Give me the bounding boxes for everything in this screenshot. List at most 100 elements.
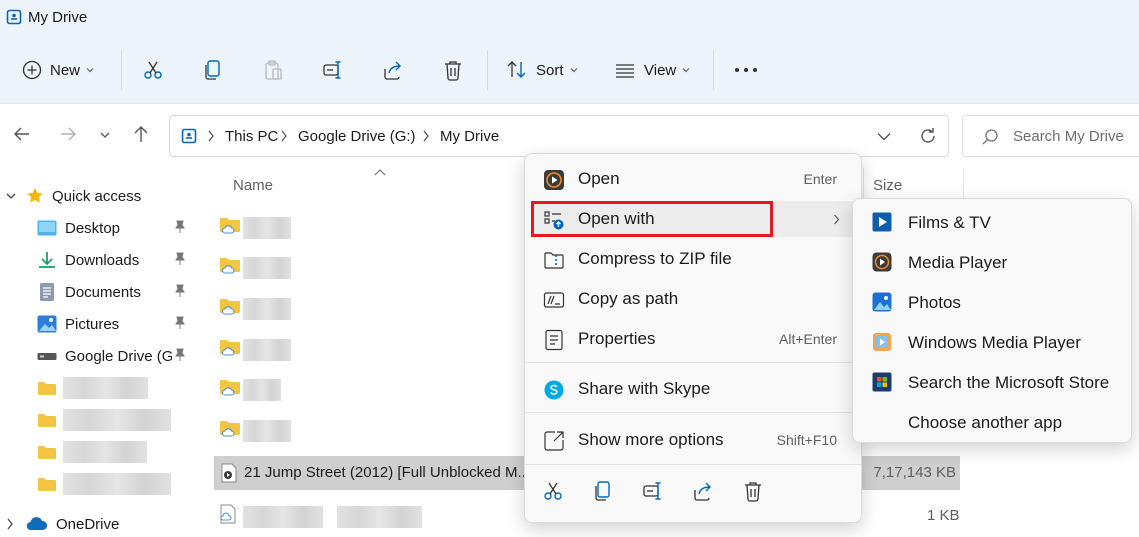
pin-icon[interactable] — [174, 348, 186, 362]
paste-button[interactable] — [262, 36, 284, 104]
breadcrumb-my-drive[interactable]: My Drive — [440, 128, 499, 145]
sidebar-item-downloads[interactable]: Downloads — [37, 245, 139, 275]
file-row[interactable] — [215, 288, 525, 330]
column-header-name[interactable]: Name — [233, 177, 273, 194]
more-options-button[interactable] — [734, 36, 758, 104]
cloud-folder-icon — [219, 296, 241, 316]
share-icon — [382, 59, 404, 81]
sort-button[interactable]: Sort — [506, 36, 578, 104]
refresh-icon[interactable] — [918, 126, 938, 146]
file-row[interactable] — [215, 410, 525, 452]
chevron-right-icon — [833, 214, 840, 225]
selected-file-name: 21 Jump Street (2012) [Full Unblocked M.… — [244, 464, 530, 481]
pin-icon[interactable] — [174, 284, 186, 298]
menu-item-show-more-options[interactable]: Show more options Shift+F10 — [531, 422, 857, 458]
trash-icon — [442, 59, 464, 81]
recent-chevron-icon[interactable] — [100, 131, 110, 139]
blurred-name — [337, 506, 422, 528]
new-label: New — [50, 61, 81, 79]
file-row[interactable] — [215, 496, 525, 537]
last-file-size: 1 KB — [927, 507, 960, 524]
pin-icon[interactable] — [174, 316, 186, 330]
submenu-item-media-player[interactable]: Media Player — [859, 244, 1125, 280]
cloud-folder-icon — [219, 337, 241, 357]
trash-icon[interactable] — [742, 480, 764, 502]
forward-arrow-icon[interactable] — [58, 124, 78, 144]
menu-item-open[interactable]: Open Enter — [531, 161, 857, 197]
sidebar-item-pictures[interactable]: Pictures — [37, 309, 119, 339]
pin-icon[interactable] — [174, 220, 186, 234]
address-bar[interactable]: This PC Google Drive (G:) My Drive — [169, 115, 949, 157]
submenu-item-label: Choose another app — [908, 413, 1063, 432]
sidebar-item-label: Desktop — [65, 219, 121, 237]
breadcrumb-google-drive[interactable]: Google Drive (G:) — [298, 128, 416, 145]
sidebar-item-label: Pictures — [65, 315, 120, 333]
sidebar-item-documents[interactable]: Documents — [37, 277, 141, 307]
star-icon — [26, 187, 44, 205]
column-header-size[interactable]: Size — [873, 177, 902, 194]
quick-access-label: Quick access — [52, 187, 142, 205]
cut-button[interactable] — [142, 36, 164, 104]
submenu-item-films-tv[interactable]: Films & TV — [859, 204, 1125, 240]
submenu-item-label: Media Player — [908, 253, 1008, 272]
scissors-icon[interactable] — [542, 480, 564, 502]
file-row[interactable] — [215, 247, 525, 289]
menu-separator — [525, 362, 861, 363]
plus-circle-icon — [22, 60, 42, 80]
sidebar-folder-blurred[interactable] — [37, 405, 171, 435]
address-dropdown-icon[interactable] — [877, 132, 891, 141]
delete-button[interactable] — [442, 36, 464, 104]
search-box[interactable]: Search My Drive — [962, 115, 1139, 157]
copy-icon[interactable] — [592, 480, 614, 502]
file-row[interactable] — [215, 369, 525, 411]
blurred-name — [243, 298, 291, 320]
folder-icon — [37, 412, 57, 428]
menu-item-label: Compress to ZIP file — [578, 249, 732, 268]
menu-item-properties[interactable]: Properties Alt+Enter — [531, 321, 857, 357]
menu-item-label: Share with Skype — [578, 379, 711, 398]
sidebar-folder-blurred[interactable] — [37, 373, 148, 403]
zip-folder-icon — [543, 249, 565, 271]
menu-item-compress-zip[interactable]: Compress to ZIP file — [531, 241, 857, 277]
menu-item-label: Open with — [578, 209, 655, 228]
rename-button[interactable] — [322, 36, 344, 104]
submenu-item-photos[interactable]: Photos — [859, 284, 1125, 320]
open-with-icon — [543, 209, 565, 231]
search-icon — [981, 128, 999, 146]
file-row[interactable] — [215, 329, 525, 371]
chevron-right-icon — [6, 518, 14, 530]
menu-item-share-skype[interactable]: Share with Skype — [531, 371, 857, 407]
submenu-item-windows-media-player[interactable]: Windows Media Player — [859, 324, 1125, 360]
menu-item-copy-as-path[interactable]: Copy as path — [531, 281, 857, 317]
sidebar-onedrive[interactable]: OneDrive — [6, 509, 119, 537]
submenu-item-choose-another-app[interactable]: Choose another app — [859, 404, 1125, 440]
breadcrumb-this-pc[interactable]: This PC — [225, 128, 278, 145]
copy-path-icon — [543, 289, 565, 311]
sidebar-quick-access[interactable]: Quick access — [6, 181, 141, 211]
cloud-icon — [26, 517, 48, 531]
window-title: My Drive — [28, 9, 88, 26]
chevron-down-icon — [570, 67, 578, 73]
rename-icon[interactable] — [642, 480, 664, 502]
menu-item-open-with[interactable]: Open with — [531, 201, 857, 237]
sidebar-folder-blurred[interactable] — [37, 469, 171, 499]
view-button[interactable]: View — [614, 36, 690, 104]
submenu-item-label: Windows Media Player — [908, 333, 1081, 352]
sidebar-item-desktop[interactable]: Desktop — [37, 213, 120, 243]
copy-icon — [202, 59, 224, 81]
share-icon[interactable] — [692, 480, 714, 502]
desktop-icon — [37, 220, 57, 236]
back-arrow-icon[interactable] — [12, 124, 32, 144]
pin-icon[interactable] — [174, 252, 186, 266]
submenu-item-microsoft-store[interactable]: Search the Microsoft Store — [859, 364, 1125, 400]
drive-icon — [37, 350, 57, 362]
chevron-down-icon — [6, 192, 16, 200]
sidebar-folder-blurred[interactable] — [37, 437, 147, 467]
new-button[interactable]: New — [22, 36, 94, 104]
blurred-name — [243, 379, 281, 401]
copy-button[interactable] — [202, 36, 224, 104]
share-button[interactable] — [382, 36, 404, 104]
up-arrow-icon[interactable] — [131, 124, 151, 144]
file-row[interactable] — [215, 207, 525, 249]
sidebar-item-google-drive[interactable]: Google Drive (G:) — [37, 341, 172, 371]
